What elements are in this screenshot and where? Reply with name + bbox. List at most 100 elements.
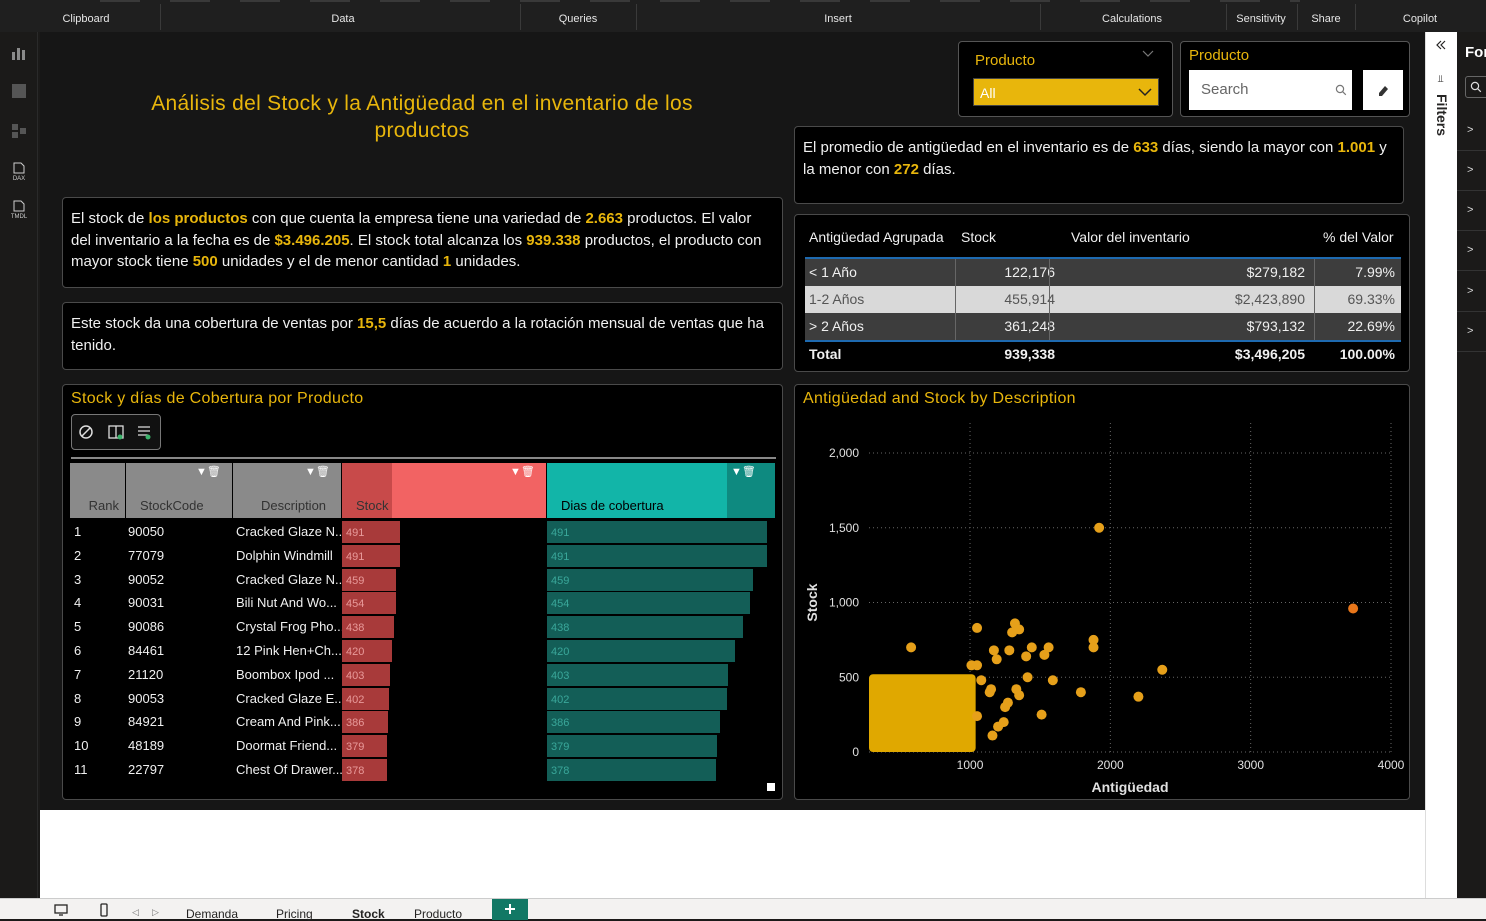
stock-bar: 420 [342, 640, 392, 662]
stock-cobertura-table: Rank ▼🗑 StockCode ▼🗑 Description ▼🗑 Stock ▼… [70, 463, 775, 788]
table-view-icon[interactable] [10, 82, 28, 100]
search-icon [1470, 81, 1482, 93]
canvas-margin [40, 810, 1425, 898]
description-cell: Boombox Ipod ... [236, 666, 335, 682]
column-header[interactable]: Stock [961, 229, 996, 245]
ribbon-group-calculations[interactable]: Calculations [1102, 13, 1162, 25]
visual-title: Stock y días de Cobertura por Producto [71, 390, 364, 407]
cobertura-summary-card: Este stock da una cobertura de ventas po… [62, 302, 783, 370]
table-row[interactable]: > 2 Años 361,248 $793,132 22.69% [805, 313, 1401, 340]
dax-view-icon[interactable]: DAX [10, 162, 28, 182]
table-row[interactable]: 5 90086 Crystal Frog Pho... 438 438 [70, 615, 775, 639]
chevron-right-icon[interactable]: > [1467, 204, 1473, 216]
chevron-right-icon[interactable]: > [1467, 164, 1473, 176]
column-header-rank[interactable]: Rank [70, 463, 125, 518]
chevron-right-icon[interactable]: > [1467, 124, 1473, 136]
model-view-icon[interactable] [10, 122, 28, 140]
mobile-layout-icon[interactable] [100, 903, 108, 917]
chevron-right-icon[interactable]: > [1467, 285, 1473, 297]
table-row[interactable]: 3 90052 Cracked Glaze N... 459 459 [70, 568, 775, 592]
filters-pane[interactable]: ⫫ Filters [1425, 32, 1457, 898]
ribbon-group-share[interactable]: Share [1311, 13, 1340, 25]
column-header[interactable]: Valor del inventario [1071, 229, 1190, 245]
column-header[interactable]: Antigüedad Agrupada [809, 229, 944, 245]
stock-bar: 491 [342, 544, 400, 567]
stockcode-cell: 90053 [128, 690, 165, 706]
column-header[interactable]: % del Valor [1323, 229, 1394, 245]
ribbon-group-insert[interactable]: Insert [824, 13, 852, 25]
rank-cell: 5 [74, 619, 82, 635]
table-row[interactable]: 1-2 Años 455,914 $2,423,890 69.33% [805, 286, 1401, 313]
y-tick-label: 500 [839, 670, 859, 684]
chevron-down-icon[interactable] [1142, 50, 1154, 58]
search-input[interactable]: Search [1189, 70, 1352, 110]
tmdl-view-icon[interactable]: TMDL [10, 200, 28, 220]
table-row[interactable]: 11 22797 Chest Of Drawer... 378 378 [70, 758, 775, 782]
description-cell: Cracked Glaze E... [236, 690, 346, 706]
filter-icon[interactable]: ▼🗑 [305, 465, 330, 478]
ribbon-group-sensitivity[interactable]: Sensitivity [1236, 13, 1286, 25]
column-header-stockcode[interactable]: ▼🗑 StockCode [126, 463, 232, 518]
data-point [972, 711, 983, 722]
stockcode-cell: 84461 [128, 643, 165, 658]
add-page-button[interactable] [492, 899, 528, 920]
data-point [906, 642, 917, 653]
table-row[interactable]: < 1 Año 122,176 $279,182 7.99% [805, 259, 1401, 286]
table-row[interactable]: 2 77079 Dolphin Windmill 491 491 [70, 544, 775, 568]
column-header-description[interactable]: ▼🗑 Description [233, 463, 341, 518]
rows-icon[interactable] [136, 424, 152, 440]
rank-cell: 3 [74, 571, 82, 587]
filter-icon[interactable]: ▼🗑 [731, 465, 756, 478]
data-point [1088, 642, 1099, 653]
x-tick-label: 2000 [1097, 758, 1124, 772]
dias-bar: 459 [547, 568, 753, 591]
resize-handle[interactable] [767, 783, 775, 791]
column-header-stock[interactable]: ▼🗑 Stock [342, 463, 546, 518]
report-title: Análisis del Stock y la Antigüedad en el… [151, 92, 693, 142]
table-row[interactable]: 9 84921 Cream And Pink... 386 386 [70, 710, 775, 734]
dias-bar: 491 [547, 521, 767, 543]
column-header-dias-cobertura[interactable]: ▼🗑 Dias de cobertura [547, 463, 775, 518]
table-row[interactable]: 4 90031 Bili Nut And Wo... 454 454 [70, 591, 775, 615]
ribbon-group-copilot[interactable]: Copilot [1403, 13, 1437, 25]
y-tick-label: 2,000 [829, 446, 859, 460]
description-cell: Cracked Glaze N... [236, 524, 346, 539]
filter-icon[interactable]: ▼🗑 [196, 465, 221, 478]
data-point [984, 687, 995, 698]
clear-selections-button[interactable] [1363, 70, 1403, 110]
collapse-icon[interactable] [1436, 40, 1446, 50]
chevron-down-icon [1138, 88, 1152, 97]
table-row[interactable]: 8 90053 Cracked Glaze E... 402 402 [70, 687, 775, 711]
producto-dropdown-slicer: Producto All [958, 41, 1173, 117]
columns-icon[interactable] [108, 424, 124, 440]
table-row[interactable]: 1 90050 Cracked Glaze N... 491 491 [70, 520, 775, 544]
data-point [1000, 702, 1011, 713]
y-tick-label: 1,000 [829, 596, 859, 610]
rank-cell: 4 [74, 595, 82, 611]
description-cell: Crystal Frog Pho... [236, 619, 345, 635]
desktop-layout-icon[interactable] [54, 904, 68, 916]
prev-page-icon[interactable]: ◁ [132, 907, 139, 918]
ribbon-group-queries[interactable]: Queries [559, 13, 598, 25]
data-point [1039, 649, 1050, 660]
data-point [1022, 672, 1033, 683]
y-tick-label: 1,500 [829, 521, 859, 535]
slicer-dropdown[interactable]: All [973, 78, 1159, 106]
table-row[interactable]: 7 21120 Boombox Ipod ... 403 403 [70, 663, 775, 687]
report-view-icon[interactable] [10, 44, 28, 62]
next-page-icon[interactable]: ▷ [152, 907, 159, 918]
dias-bar: 491 [547, 544, 767, 567]
stockcode-cell: 77079 [128, 547, 165, 563]
chevron-right-icon[interactable]: > [1467, 325, 1473, 337]
ribbon-group-clipboard[interactable]: Clipboard [62, 13, 109, 25]
description-cell: Cracked Glaze N... [236, 571, 346, 587]
table-row[interactable]: 6 84461 12 Pink Hen+Ch... 420 420 [70, 639, 775, 663]
rank-cell: 1 [74, 524, 82, 539]
chevron-right-icon[interactable]: > [1467, 244, 1473, 256]
disable-icon[interactable] [78, 424, 94, 440]
ribbon-group-data[interactable]: Data [331, 13, 354, 25]
format-search-input[interactable] [1465, 76, 1486, 98]
filter-icon[interactable]: ▼🗑 [510, 465, 535, 478]
table-row[interactable]: 10 48189 Doormat Friend... 379 379 [70, 734, 775, 758]
format-pane-title: For [1465, 44, 1486, 61]
